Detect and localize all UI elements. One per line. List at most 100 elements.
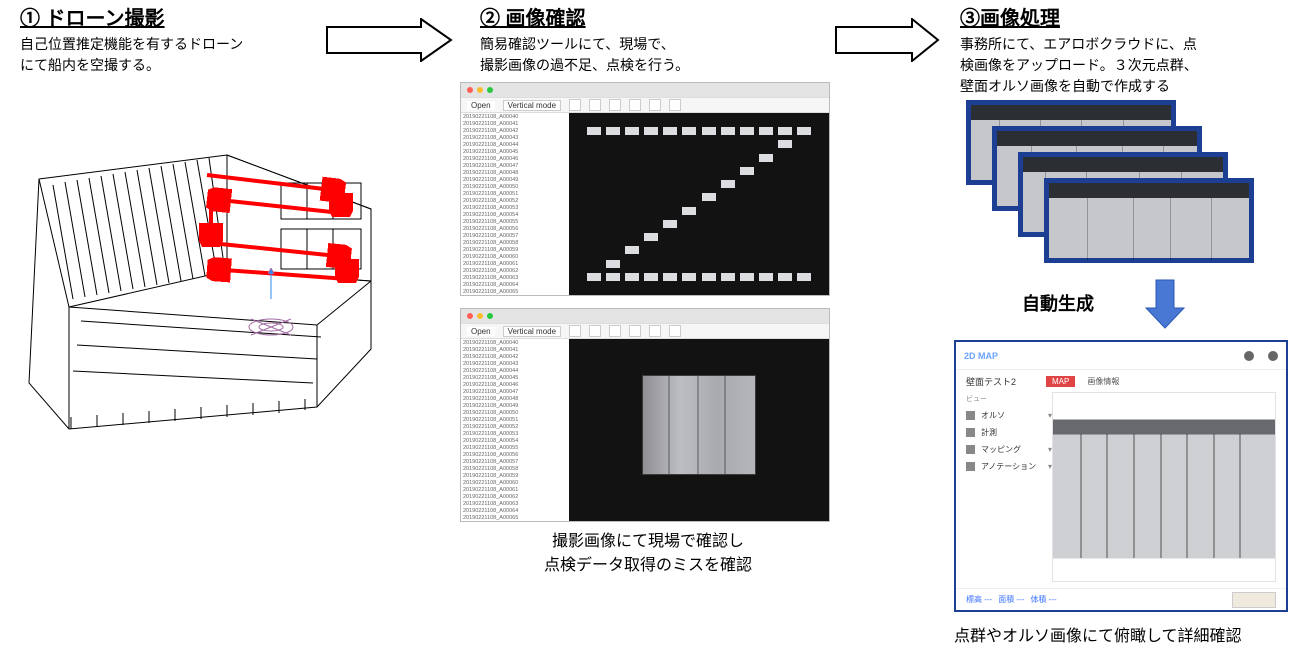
list-item[interactable]: 20190221108_A00051 [463,417,567,424]
list-item[interactable]: 20190221108_A00057 [463,459,567,466]
list-item[interactable]: 20190221108_A00062 [463,494,567,501]
tool-button-6[interactable] [669,99,681,111]
close-icon[interactable] [467,313,473,319]
list-item[interactable]: 20190221108_A00042 [463,354,567,361]
list-item[interactable]: 20190221108_A00052 [463,198,567,205]
minimap[interactable] [1232,592,1276,608]
list-item[interactable]: 20190221108_A00053 [463,431,567,438]
list-item[interactable]: 20190221108_A00047 [463,389,567,396]
check-tool-window-1: Open Vertical mode 20190221108_A00040201… [460,82,830,296]
tool-mode-dropdown[interactable]: Vertical mode [503,326,561,337]
tool-button-5[interactable] [649,99,661,111]
list-item[interactable]: 20190221108_A00061 [463,487,567,494]
step2-caption: 撮影画像にて現場で確認し 点検データ取得のミスを確認 [498,530,798,578]
point-cloud-view[interactable] [569,113,829,295]
list-item[interactable]: 20190221108_A00054 [463,212,567,219]
list-item[interactable]: 20190221108_A00062 [463,268,567,275]
list-item[interactable]: 20190221108_A00054 [463,438,567,445]
list-item[interactable]: 20190221108_A00043 [463,135,567,142]
tool-button-3[interactable] [609,325,621,337]
list-item[interactable]: 20190221108_A00063 [463,275,567,282]
tool-button-1[interactable] [569,325,581,337]
list-item[interactable]: 20190221108_A00059 [463,247,567,254]
maximize-icon[interactable] [487,87,493,93]
step1-title: ① ドローン撮影 [20,2,310,31]
list-item[interactable]: 20190221108_A00064 [463,508,567,515]
sidebar-item-3[interactable]: アノテーション▾ [966,461,1052,472]
list-item[interactable]: 20190221108_A00046 [463,156,567,163]
list-item[interactable]: 20190221108_A00055 [463,219,567,226]
list-item[interactable]: 20190221108_A00045 [463,149,567,156]
sidebar-item-1[interactable]: 計測 [966,427,1052,438]
tool-button-1[interactable] [569,99,581,111]
toolbar: Open Vertical mode [461,323,829,339]
list-item[interactable]: 20190221108_A00065 [463,289,567,295]
list-item[interactable]: 20190221108_A00057 [463,233,567,240]
help-icon[interactable] [1244,351,1254,361]
step3-desc-l1: 事務所にて、エアロボクラウドに、点 [960,36,1197,52]
list-item[interactable]: 20190221108_A00058 [463,466,567,473]
list-item[interactable]: 20190221108_A00043 [463,361,567,368]
tool-button-4[interactable] [629,325,641,337]
minimize-icon[interactable] [477,87,483,93]
tool-button-4[interactable] [629,99,641,111]
list-item[interactable]: 20190221108_A00045 [463,375,567,382]
list-item[interactable]: 20190221108_A00040 [463,114,567,121]
list-item[interactable]: 20190221108_A00046 [463,382,567,389]
list-item[interactable]: 20190221108_A00053 [463,205,567,212]
list-item[interactable]: 20190221108_A00044 [463,368,567,375]
list-item[interactable]: 20190221108_A00044 [463,142,567,149]
image-preview-view[interactable] [569,339,829,521]
tab-imageinfo[interactable]: 画像情報 [1081,375,1125,388]
sidebar-item-0[interactable]: オルソ▾ [966,410,1052,421]
list-item[interactable]: 20190221108_A00059 [463,473,567,480]
list-item[interactable]: 20190221108_A00041 [463,121,567,128]
list-item[interactable]: 20190221108_A00052 [463,424,567,431]
list-item[interactable]: 20190221108_A00049 [463,177,567,184]
tool-mode-dropdown[interactable]: Vertical mode [503,100,561,111]
step1-desc: 自己位置推定機能を有するドローン にて船内を空撮する。 [20,34,310,76]
image-file-list[interactable]: 20190221108_A0004020190221108_A000412019… [461,339,569,521]
cloud-tabs: 壁面テスト2 MAP 画像情報 [956,370,1286,392]
list-item[interactable]: 20190221108_A00061 [463,261,567,268]
image-file-list[interactable]: 20190221108_A0004020190221108_A000412019… [461,113,569,295]
step2-caption-l2: 点検データ取得のミスを確認 [544,557,752,574]
tab-map[interactable]: MAP [1046,376,1075,387]
list-item[interactable]: 20190221108_A00040 [463,340,567,347]
minimize-icon[interactable] [477,313,483,319]
tool-button-3[interactable] [609,99,621,111]
preview-image [642,375,756,475]
list-item[interactable]: 20190221108_A00041 [463,347,567,354]
ortho-view[interactable] [1052,392,1276,582]
tool-button-6[interactable] [669,325,681,337]
maximize-icon[interactable] [487,313,493,319]
tool-button-5[interactable] [649,325,661,337]
list-item[interactable]: 20190221108_A00056 [463,226,567,233]
list-item[interactable]: 20190221108_A00055 [463,445,567,452]
list-item[interactable]: 20190221108_A00051 [463,191,567,198]
sidebar-item-label: マッピング [981,444,1021,455]
footer-stat: 体積 --- [1030,594,1056,605]
tool-button-2[interactable] [589,99,601,111]
list-item[interactable]: 20190221108_A00065 [463,515,567,521]
list-item[interactable]: 20190221108_A00060 [463,254,567,261]
list-item[interactable]: 20190221108_A00042 [463,128,567,135]
list-item[interactable]: 20190221108_A00047 [463,163,567,170]
list-item[interactable]: 20190221108_A00063 [463,501,567,508]
list-item[interactable]: 20190221108_A00060 [463,480,567,487]
tool-button-2[interactable] [589,325,601,337]
list-item[interactable]: 20190221108_A00056 [463,452,567,459]
list-item[interactable]: 20190221108_A00048 [463,396,567,403]
step3-caption: 点群やオルソ画像にて俯瞰して詳細確認 [954,622,1242,646]
user-icon[interactable] [1268,351,1278,361]
list-item[interactable]: 20190221108_A00058 [463,240,567,247]
list-item[interactable]: 20190221108_A00049 [463,403,567,410]
list-item[interactable]: 20190221108_A00048 [463,170,567,177]
list-item[interactable]: 20190221108_A00050 [463,410,567,417]
sidebar-item-2[interactable]: マッピング▾ [966,444,1052,455]
list-item[interactable]: 20190221108_A00064 [463,282,567,289]
tool-open-label[interactable]: Open [467,101,495,110]
close-icon[interactable] [467,87,473,93]
tool-open-label[interactable]: Open [467,327,495,336]
list-item[interactable]: 20190221108_A00050 [463,184,567,191]
